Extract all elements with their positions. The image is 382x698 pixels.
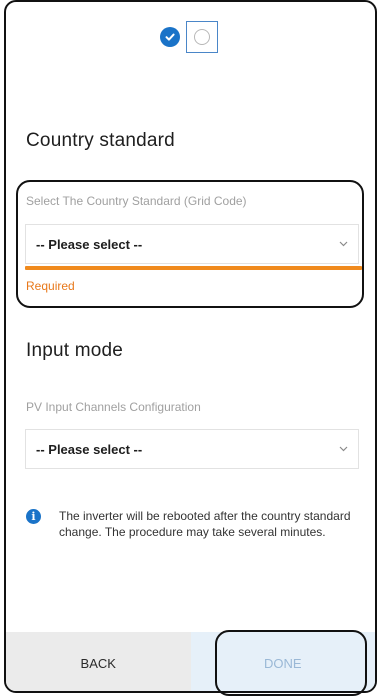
step-2-indicator [186,21,218,53]
pv-input-label: PV Input Channels Configuration [26,400,201,414]
pv-input-select[interactable]: -- Please select -- [25,429,359,469]
check-circle-icon [160,27,180,47]
stepper [160,21,218,53]
reboot-notice: i The inverter will be rebooted after th… [26,508,356,540]
country-standard-title: Country standard [26,130,175,151]
error-underline [25,266,362,270]
error-message: Required [26,279,75,293]
country-standard-value: -- Please select -- [36,236,143,252]
app-frame: Country standard Select The Country Stan… [4,0,377,693]
country-standard-label: Select The Country Standard (Grid Code) [26,194,247,208]
reboot-notice-text: The inverter will be rebooted after the … [59,509,351,539]
empty-circle-icon [194,29,210,45]
info-icon: i [26,509,41,524]
country-standard-select[interactable]: -- Please select -- [25,224,359,264]
footer-actions: BACK DONE [6,632,375,691]
chevron-down-icon [338,239,348,249]
input-mode-title: Input mode [26,340,124,361]
chevron-down-icon [338,444,348,454]
pv-input-value: -- Please select -- [36,441,143,457]
back-button[interactable]: BACK [6,632,191,691]
done-button[interactable]: DONE [190,632,375,691]
